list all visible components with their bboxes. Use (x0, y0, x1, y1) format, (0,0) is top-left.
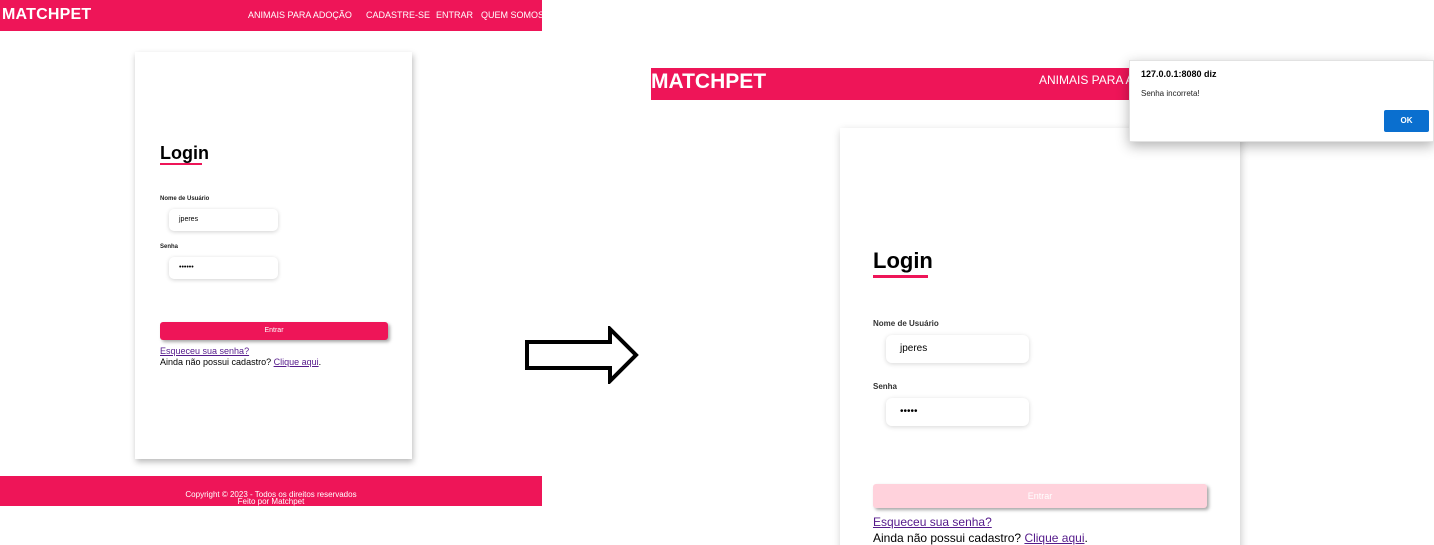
login-title: Login (160, 143, 209, 163)
right-arrow-icon (525, 326, 639, 384)
login-button[interactable]: Entrar (160, 322, 388, 340)
password-input[interactable]: ••••• (886, 398, 1029, 426)
nav-animais-para-adocao[interactable]: ANIMAIS PARA ADOÇÃO (248, 10, 352, 20)
forgot-password-link[interactable]: Esqueceu sua senha? (160, 346, 249, 356)
register-suffix: . (318, 357, 322, 367)
register-prompt: Ainda não possui cadastro? Clique aqui. (160, 357, 321, 367)
username-label: Nome de Usuário (873, 319, 939, 328)
password-label: Senha (873, 382, 898, 391)
brand-logo[interactable]: MATCHPET (2, 6, 91, 24)
alert-dialog: 127.0.0.1:8080 diz Senha incorreta! OK (1129, 60, 1434, 142)
forgot-password-link[interactable]: Esqueceu sua senha? (873, 515, 992, 529)
username-input[interactable]: jperes (169, 209, 278, 231)
nav-quem-somos[interactable]: QUEM SOMOS (481, 10, 542, 20)
password-label: Senha (160, 244, 179, 250)
dialog-message: Senha incorreta! (1141, 89, 1200, 98)
login-card (135, 52, 412, 459)
login-button-disabled[interactable]: Entrar (873, 484, 1207, 508)
register-link[interactable]: Clique aqui (274, 357, 319, 367)
login-title: Login (873, 248, 933, 273)
password-input[interactable]: •••••• (169, 257, 278, 279)
register-link[interactable]: Clique aqui (1024, 531, 1084, 545)
login-screen-before: MATCHPET ANIMAIS PARA ADOÇÃO CADASTRE-SE… (0, 0, 542, 545)
nav-cadastre-se[interactable]: CADASTRE-SE (366, 10, 430, 20)
register-suffix: . (1084, 531, 1088, 545)
register-prompt-text: Ainda não possui cadastro? (160, 357, 274, 367)
dialog-title: 127.0.0.1:8080 diz (1141, 69, 1217, 79)
brand-logo[interactable]: MATCHPET (651, 70, 766, 94)
footer-made-by: Feito por Matchpet (237, 497, 305, 506)
register-prompt-text: Ainda não possui cadastro? (873, 531, 1025, 545)
username-label: Nome de Usuário (160, 196, 210, 202)
register-prompt: Ainda não possui cadastro? Clique aqui. (873, 531, 1088, 545)
nav-entrar[interactable]: ENTRAR (436, 10, 473, 20)
username-input[interactable]: jperes (886, 335, 1029, 363)
footer: Copyright © 2023 - Todos os direitos res… (0, 476, 542, 506)
navbar: MATCHPET ANIMAIS PARA ADOÇÃO CADASTRE-SE… (0, 0, 542, 31)
title-underline (160, 163, 202, 165)
title-underline (873, 275, 928, 278)
ok-button[interactable]: OK (1384, 110, 1429, 132)
